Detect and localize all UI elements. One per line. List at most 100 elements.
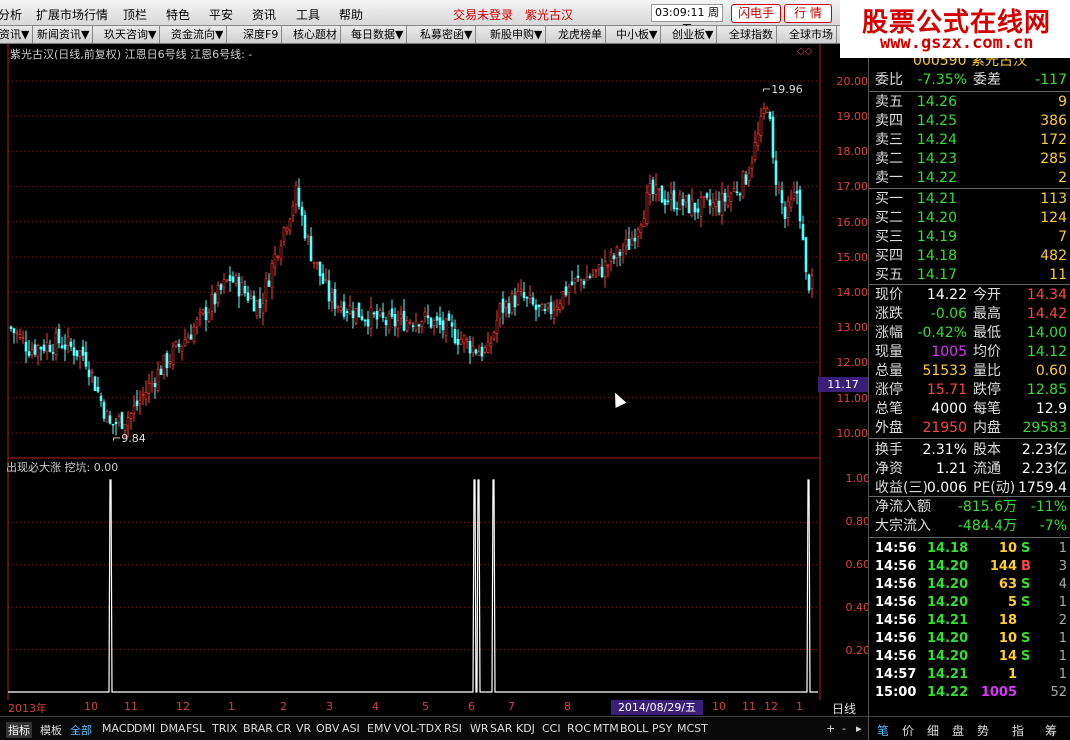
y-tick: 16.00 (836, 216, 869, 229)
tab-ticks[interactable]: 笔 (877, 722, 889, 739)
tab-boll[interactable]: BOLL (620, 722, 648, 735)
tab-chips[interactable]: 筹 (1045, 722, 1057, 739)
candle-body (705, 193, 709, 198)
tab-obv[interactable]: OBV (316, 722, 339, 735)
tab-core-theme[interactable]: 核心题材 (290, 26, 341, 43)
tab-board[interactable]: 盘 (952, 722, 964, 739)
tab-indicator[interactable]: 指标 (6, 722, 32, 738)
tab-jiutian[interactable]: 玖天咨询▼ (101, 26, 161, 43)
login-status[interactable]: 交易未登录 (453, 6, 513, 23)
qty: 172 (1040, 132, 1067, 148)
sell-row: 卖四 14.25 386 (875, 112, 1067, 131)
tab-global-index[interactable]: 全球指数 (726, 26, 777, 43)
candle-body (636, 229, 640, 237)
tab-psy[interactable]: PSY (652, 722, 672, 735)
tab-ipo[interactable]: 新股申购▼ (487, 26, 547, 43)
candle-body (480, 346, 484, 357)
tab-gem-board[interactable]: 创业板▼ (669, 26, 718, 43)
tab-roc[interactable]: ROC (567, 722, 591, 735)
tab-trix[interactable]: TRIX (212, 722, 237, 735)
tab-vr[interactable]: VR (296, 722, 311, 735)
y-tick: 13.00 (836, 321, 869, 334)
period-label[interactable]: 日线 (832, 700, 856, 717)
kline-chart[interactable]: ◇◇ (0, 44, 870, 716)
tab-daily-data[interactable]: 每日数据▼ (348, 26, 408, 43)
label: 买一 (875, 191, 903, 207)
candle-body (663, 199, 667, 206)
tab-dmi[interactable]: DMI (134, 722, 155, 735)
menu-pingan[interactable]: 平安 (209, 6, 233, 23)
tab-trend[interactable]: 势 (977, 722, 989, 739)
tab-cr[interactable]: CR (276, 722, 291, 735)
tab-sme-board[interactable]: 中小板▼ (613, 26, 662, 43)
plus-icon[interactable]: + (826, 722, 835, 735)
label: 总量 (875, 363, 903, 379)
month-label: 2013年 (8, 702, 47, 715)
candle-body (366, 319, 370, 327)
tab-dragon-tiger[interactable]: 龙虎榜单 (555, 26, 606, 43)
candle-body (528, 294, 532, 299)
candle-body (525, 297, 529, 299)
volume: 10 (998, 541, 1017, 556)
tab-vol-tdx[interactable]: VOL-TDX (394, 722, 442, 735)
candle-body (372, 312, 376, 315)
tab-emv[interactable]: EMV (367, 722, 391, 735)
tab-brar[interactable]: BRAR (243, 722, 273, 735)
tab-rsi[interactable]: RSI (444, 722, 462, 735)
candle-body (288, 218, 292, 231)
candle-body (411, 325, 415, 327)
price: 14.18 (916, 248, 957, 264)
time: 14:56 (875, 559, 917, 574)
candle-body (222, 279, 226, 288)
tab-mcst[interactable]: MCST (677, 722, 708, 735)
menu-help[interactable]: 帮助 (339, 6, 363, 23)
candle-body (45, 342, 49, 353)
candle-body (408, 321, 412, 324)
label: 涨停 (875, 382, 903, 398)
label: 买二 (875, 210, 903, 226)
tab-depth-f9[interactable]: 深度F9 (240, 26, 283, 43)
label: 涨跌 (875, 306, 903, 322)
tab-fsl[interactable]: FSL (186, 722, 205, 735)
fund-row: 换手 2.31% 股本 2.23亿 (875, 441, 1067, 460)
tab-detail[interactable]: 细 (927, 722, 939, 739)
tab-price[interactable]: 价 (902, 722, 914, 739)
tab-sar[interactable]: SAR (490, 722, 512, 735)
tab-private-fund[interactable]: 私募密函▼ (417, 26, 477, 43)
tab-mtm[interactable]: MTM (593, 722, 619, 735)
tab-fund-flow[interactable]: 资金流向▼ (168, 26, 228, 43)
flash-trade-button[interactable]: 闪电手 (731, 4, 781, 23)
minus-icon[interactable]: - (842, 722, 846, 735)
tab-template[interactable]: 模板 (40, 722, 62, 738)
menu-analysis[interactable]: 分析 (0, 6, 22, 23)
tab-asi[interactable]: ASI (342, 722, 360, 735)
tab-global-market[interactable]: 全球市场 (786, 26, 837, 43)
tab-index[interactable]: 指 (1012, 722, 1024, 739)
quote-button[interactable]: 行 情 (784, 4, 832, 23)
scroll-right-icon[interactable]: ▸ (856, 722, 862, 735)
tab-wr[interactable]: WR (470, 722, 489, 735)
tab-dma[interactable]: DMA (160, 722, 186, 735)
tab-kdj[interactable]: KDJ (516, 722, 535, 735)
candle-body (87, 369, 91, 378)
tab-news-short[interactable]: 资讯▼ (0, 26, 34, 43)
candle-body (438, 317, 442, 325)
candle-body (33, 344, 37, 355)
menu-news[interactable]: 资讯 (252, 6, 276, 23)
tab-news[interactable]: 新闻资讯▼ (34, 26, 94, 43)
candle-body (48, 344, 52, 352)
chart-settings-icon[interactable]: ◇◇ (797, 46, 813, 57)
menu-tools[interactable]: 工具 (296, 6, 320, 23)
tab-cci[interactable]: CCI (542, 722, 561, 735)
candle-body (30, 349, 34, 356)
menu-extended-market[interactable]: 扩展市场行情 (36, 6, 108, 23)
menu-features[interactable]: 特色 (166, 6, 190, 23)
menu-top-bar[interactable]: 顶栏 (123, 6, 147, 23)
candle-body (231, 276, 235, 283)
stat-row: 外盘 21950 内盘 29583 (875, 419, 1067, 438)
logo-url: www.gszx.com.cn (880, 33, 1034, 53)
tab-all[interactable]: 全部 (70, 722, 92, 738)
tab-macd[interactable]: MACD (102, 722, 135, 735)
value: 2.23亿 (1021, 461, 1067, 477)
buy-row: 买三 14.19 7 (875, 228, 1067, 247)
